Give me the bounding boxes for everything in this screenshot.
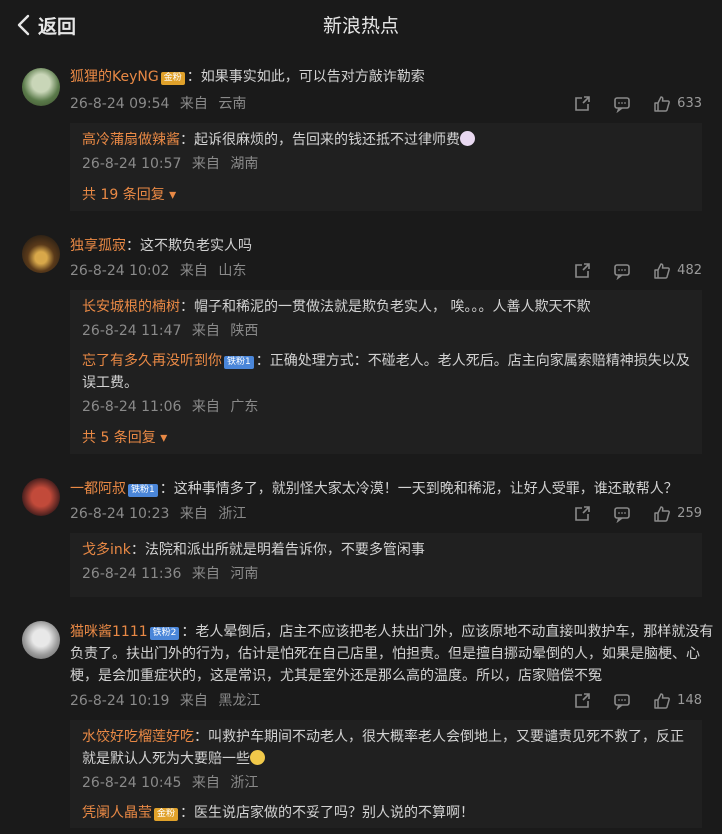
reply-text: ：法院和派出所就是明着告诉你，不要多管闲事: [130, 542, 425, 558]
reply-item: 凭阑人晶莹 金粉 ：医生说店家做的不妥了吗？别人说的不算啊！: [82, 802, 690, 824]
reply-text: ：帽子和稀泥的一贯做法就是欺负老实人， 唉。。。人善人欺天不欺: [180, 299, 591, 315]
share-icon[interactable]: [573, 692, 591, 710]
emoji-icon: [250, 750, 265, 765]
comment-text: ：这不欺负老实人吗: [126, 238, 252, 254]
fan-badge[interactable]: 铁粉1: [128, 484, 158, 497]
location: 浙江: [230, 775, 259, 791]
reply-list: 高冷蒲扇做辣酱：起诉很麻烦的，告回来的钱还抵不过律师费 26-8-24 10:5…: [70, 123, 702, 211]
username[interactable]: 长安城根的楠树: [82, 299, 180, 315]
comment-actions: 633: [573, 93, 702, 115]
username[interactable]: 独享孤寂: [70, 238, 126, 254]
from-label: 来自: [179, 263, 208, 279]
username[interactable]: 凭阑人晶莹: [82, 805, 152, 821]
location: 陕西: [230, 323, 259, 339]
avatar[interactable]: [22, 235, 60, 273]
comment-item: 猫咪酱1111 铁粉2 ：老人晕倒后，店主不应该把老人扶出门外，应该原地不动直接叫救…: [0, 621, 722, 828]
comment-item: 狐狸的KeyNG 金粉 ：如果事实如此，可以告对方敲诈勒索 26-8-24 09:5…: [0, 66, 722, 211]
avatar[interactable]: [22, 621, 60, 659]
location: 浙江: [218, 506, 247, 522]
thumbs-up-icon[interactable]: [653, 262, 671, 280]
thumbs-up-icon[interactable]: [653, 692, 671, 710]
reply-icon[interactable]: [613, 505, 631, 523]
reply-item: 忘了有多久再没听到你 铁粉1 ：正确处理方式：不碰老人。老人死后。店主向家属索赔精神…: [82, 350, 690, 418]
page-title: 新浪热点: [322, 15, 399, 37]
reply-item: 长安城根的楠树：帽子和稀泥的一贯做法就是欺负老实人， 唉。。。人善人欺天不欺 2…: [82, 296, 690, 342]
username[interactable]: 狐狸的KeyNG: [70, 69, 159, 85]
from-label: 来自: [191, 323, 220, 339]
reply-list: 水饺好吃榴莲好吃：叫救护车期间不动老人，很大概率老人会倒地上，又要谴责见死不救了…: [70, 720, 702, 828]
comment-meta: 26-8-24 09:54 来自 云南 633: [70, 93, 722, 115]
username[interactable]: 猫咪酱1111: [70, 624, 148, 640]
location: 广东: [230, 399, 259, 415]
timestamp: 26-8-24 10:23: [70, 506, 170, 522]
timestamp: 26-8-24 11:36: [82, 566, 182, 582]
timestamp: 26-8-24 11:47: [82, 323, 182, 339]
like-count: 148: [677, 693, 702, 708]
like-count: 482: [677, 263, 702, 278]
username[interactable]: 忘了有多久再没听到你: [82, 353, 222, 369]
reply-item: 高冷蒲扇做辣酱：起诉很麻烦的，告回来的钱还抵不过律师费 26-8-24 10:5…: [82, 129, 690, 175]
from-label: 来自: [179, 693, 208, 709]
from-label: 来自: [191, 775, 220, 791]
more-replies-link[interactable]: 共 19 条回复 ▾: [82, 183, 690, 207]
from-label: 来自: [179, 506, 208, 522]
avatar[interactable]: [22, 478, 60, 516]
reply-list: 戈多ink：法院和派出所就是明着告诉你，不要多管闲事 26-8-24 11:36…: [70, 533, 702, 597]
fan-badge[interactable]: 金粉: [160, 72, 185, 85]
username[interactable]: 一都阿叔: [70, 481, 126, 497]
more-replies-link[interactable]: 共 5 条回复 ▾: [82, 426, 690, 450]
reply-text: ：医生说店家做的不妥了吗？别人说的不算啊！: [180, 805, 475, 821]
location: 黑龙江: [218, 693, 261, 709]
reply-item: 戈多ink：法院和派出所就是明着告诉你，不要多管闲事 26-8-24 11:36…: [82, 539, 690, 585]
avatar[interactable]: [22, 68, 60, 106]
username[interactable]: 水饺好吃榴莲好吃: [82, 729, 194, 745]
location: 河南: [230, 566, 259, 582]
like-count: 259: [677, 506, 702, 521]
from-label: 来自: [191, 399, 220, 415]
from-label: 来自: [191, 156, 220, 172]
comment-body: 狐狸的KeyNG 金粉 ：如果事实如此，可以告对方敲诈勒索: [70, 66, 722, 88]
thumbs-up-icon[interactable]: [653, 95, 671, 113]
reply-icon[interactable]: [613, 692, 631, 710]
timestamp: 26-8-24 09:54: [70, 96, 170, 112]
reply-icon[interactable]: [613, 262, 631, 280]
timestamp: 26-8-24 10:02: [70, 263, 170, 279]
comment-item: 独享孤寂：这不欺负老实人吗 26-8-24 10:02 来自 山东 482 长安…: [0, 235, 722, 454]
share-icon[interactable]: [573, 505, 591, 523]
fan-badge[interactable]: 铁粉1: [224, 356, 254, 369]
reply-item: 水饺好吃榴莲好吃：叫救护车期间不动老人，很大概率老人会倒地上，又要谴责见死不救了…: [82, 726, 690, 794]
fan-badge[interactable]: 金粉: [154, 808, 179, 821]
location: 云南: [218, 96, 247, 112]
timestamp: 26-8-24 10:57: [82, 156, 182, 172]
comment-item: 一都阿叔 铁粉1 ：这种事情多了，就别怪大家太冷漠！一天到晚和稀泥，让好人受罪，谁还…: [0, 478, 722, 597]
like-count: 633: [677, 96, 702, 111]
share-icon[interactable]: [573, 95, 591, 113]
location: 山东: [218, 263, 247, 279]
thumbs-up-icon[interactable]: [653, 505, 671, 523]
share-icon[interactable]: [573, 262, 591, 280]
reply-list: 长安城根的楠树：帽子和稀泥的一贯做法就是欺负老实人， 唉。。。人善人欺天不欺 2…: [70, 290, 702, 454]
emoji-icon: [460, 131, 475, 146]
comment-text: ：这种事情多了，就别怪大家太冷漠！一天到晚和稀泥，让好人受罪，谁还敢帮人？: [159, 481, 678, 497]
comment-text: ：如果事实如此，可以告对方敲诈勒索: [186, 69, 425, 85]
from-label: 来自: [179, 96, 208, 112]
from-label: 来自: [191, 566, 220, 582]
timestamp: 26-8-24 11:06: [82, 399, 182, 415]
reply-text: ：起诉很麻烦的，告回来的钱还抵不过律师费: [180, 132, 460, 148]
username[interactable]: 高冷蒲扇做辣酱: [82, 132, 180, 148]
timestamp: 26-8-24 10:45: [82, 775, 182, 791]
fan-badge[interactable]: 铁粉2: [149, 627, 180, 640]
timestamp: 26-8-24 10:19: [70, 693, 170, 709]
top-bar: 返回 新浪热点: [0, 0, 722, 50]
location: 湖南: [230, 156, 259, 172]
username[interactable]: 戈多ink: [82, 542, 131, 558]
reply-icon[interactable]: [613, 95, 631, 113]
